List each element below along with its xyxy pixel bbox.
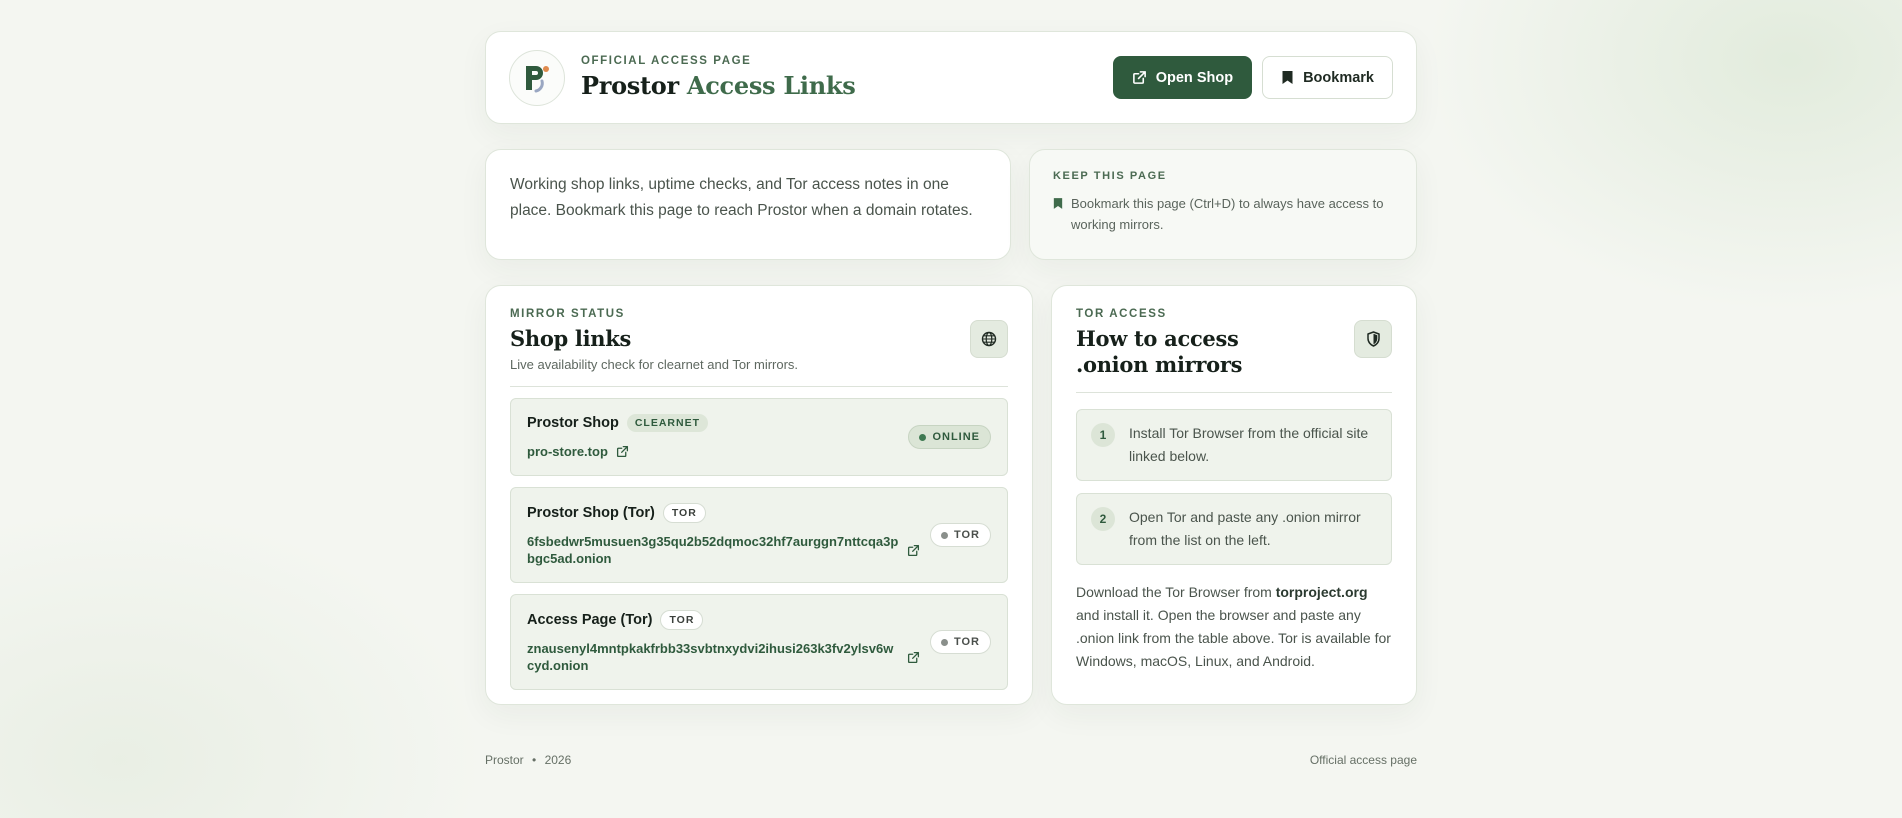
keep-page-card: Keep this page Bookmark this page (Ctrl+… xyxy=(1029,149,1417,260)
prostor-logo-icon xyxy=(509,49,565,106)
mirror-url[interactable]: pro-store.top xyxy=(527,443,608,460)
page-container: Official access page Prostor Access Link… xyxy=(485,31,1417,767)
external-link-icon[interactable] xyxy=(907,544,920,557)
footer-left: Prostor • 2026 xyxy=(485,753,571,767)
mirror-name: Prostor Shop xyxy=(527,415,619,431)
tor-access-header: Tor access How to access .onion mirrors xyxy=(1076,308,1392,378)
mirror-link[interactable]: 6fsbedwr5musuen3g35qu2b52dqmoc32hf7aurgg… xyxy=(527,533,920,567)
divider xyxy=(1076,392,1392,393)
external-link-icon xyxy=(1132,71,1146,84)
torproject-link[interactable]: torproject.org xyxy=(1276,584,1368,600)
mirror-tag: Tor xyxy=(662,503,706,523)
status-dot xyxy=(940,638,948,646)
tor-note-after: and install it. Open the browser and pas… xyxy=(1076,607,1391,669)
bookmark-icon xyxy=(1282,71,1293,84)
status-badge: Tor xyxy=(929,630,991,654)
footer-year: 2026 xyxy=(544,753,572,767)
header-text: Official access page Prostor Access Link… xyxy=(581,55,856,100)
bookmark-button[interactable]: Bookmark xyxy=(1262,56,1393,99)
mirror-title: Shop links xyxy=(510,326,632,351)
keep-eyebrow: Keep this page xyxy=(1053,170,1167,182)
status-label: Tor xyxy=(953,636,980,648)
external-link-icon[interactable] xyxy=(616,445,629,458)
step-number: 2 xyxy=(1091,507,1115,531)
external-link-icon[interactable] xyxy=(907,651,920,664)
keep-text: Bookmark this page (Ctrl+D) to always ha… xyxy=(1071,196,1384,232)
mirror-name: Prostor Shop (Tor) xyxy=(527,505,655,521)
status-dot xyxy=(940,531,948,539)
mirror-url[interactable]: 6fsbedwr5musuen3g35qu2b52dqmoc32hf7aurgg… xyxy=(527,533,899,567)
info-row: Working shop links, uptime checks, and T… xyxy=(485,149,1417,260)
footer: Prostor • 2026 Official access page xyxy=(485,753,1417,767)
tor-step: 2 Open Tor and paste any .onion mirror f… xyxy=(1076,493,1392,565)
intro-card: Working shop links, uptime checks, and T… xyxy=(485,149,1011,260)
step-text: Install Tor Browser from the official si… xyxy=(1129,425,1369,464)
tor-note: Download the Tor Browser from torproject… xyxy=(1076,581,1392,673)
tor-note-before: Download the Tor Browser from xyxy=(1076,584,1276,600)
content-row: Mirror status Shop links Live availabili… xyxy=(485,285,1417,705)
mirror-name: Access Page (Tor) xyxy=(527,612,653,628)
mirror-item: Prostor Shop Clearnet pro-store.top Onli… xyxy=(510,398,1008,476)
header-eyebrow: Official access page xyxy=(581,55,752,67)
bookmark-label: Bookmark xyxy=(1303,69,1374,86)
page-title: Prostor Access Links xyxy=(581,71,856,100)
mirror-eyebrow: Mirror status xyxy=(510,308,625,320)
status-label: Online xyxy=(932,431,980,443)
step-text: Open Tor and paste any .onion mirror fro… xyxy=(1129,509,1361,548)
tor-eyebrow: Tor access xyxy=(1076,308,1167,320)
footer-separator: • xyxy=(532,753,537,767)
header-card: Official access page Prostor Access Link… xyxy=(485,31,1417,124)
mirror-status-card: Mirror status Shop links Live availabili… xyxy=(485,285,1033,705)
header-actions: Open Shop Bookmark xyxy=(1112,56,1393,99)
tor-step: 1 Install Tor Browser from the official … xyxy=(1076,409,1392,481)
status-badge: Online xyxy=(908,425,991,449)
bookmark-icon xyxy=(1053,198,1063,209)
mirror-url[interactable]: znausenyl4mntpkakfrbb33svbtnxydvi2ihusi2… xyxy=(527,640,899,674)
step-number: 1 xyxy=(1091,423,1115,447)
mirror-link[interactable]: pro-store.top xyxy=(527,443,898,460)
mirror-status-header: Mirror status Shop links Live availabili… xyxy=(510,308,1008,372)
mirror-item: Access Page (Tor) Tor znausenyl4mntpkakf… xyxy=(510,594,1008,690)
status-label: Tor xyxy=(953,529,980,541)
intro-text: Working shop links, uptime checks, and T… xyxy=(510,176,973,219)
status-badge: Tor xyxy=(929,523,991,547)
footer-brand: Prostor xyxy=(485,753,524,767)
page-title-main: Prostor xyxy=(581,71,679,100)
mirror-item: Prostor Shop (Tor) Tor 6fsbedwr5musuen3g… xyxy=(510,487,1008,583)
open-shop-label: Open Shop xyxy=(1155,69,1234,86)
mirror-subtitle: Live availability check for clearnet and… xyxy=(510,357,799,372)
keep-note: Bookmark this page (Ctrl+D) to always ha… xyxy=(1053,193,1393,235)
mirror-tag: Tor xyxy=(660,610,704,630)
globe-icon xyxy=(970,320,1008,358)
tor-title: How to access .onion mirrors xyxy=(1076,326,1243,377)
status-dot xyxy=(919,433,927,441)
shield-icon xyxy=(1354,320,1392,358)
open-shop-button[interactable]: Open Shop xyxy=(1112,56,1253,99)
mirror-tag: Clearnet xyxy=(626,414,709,432)
mirror-link[interactable]: znausenyl4mntpkakfrbb33svbtnxydvi2ihusi2… xyxy=(527,640,920,674)
page-title-accent: Access Links xyxy=(686,71,856,100)
footer-right: Official access page xyxy=(1309,753,1417,767)
divider xyxy=(510,386,1008,387)
tor-access-card: Tor access How to access .onion mirrors … xyxy=(1051,285,1417,705)
